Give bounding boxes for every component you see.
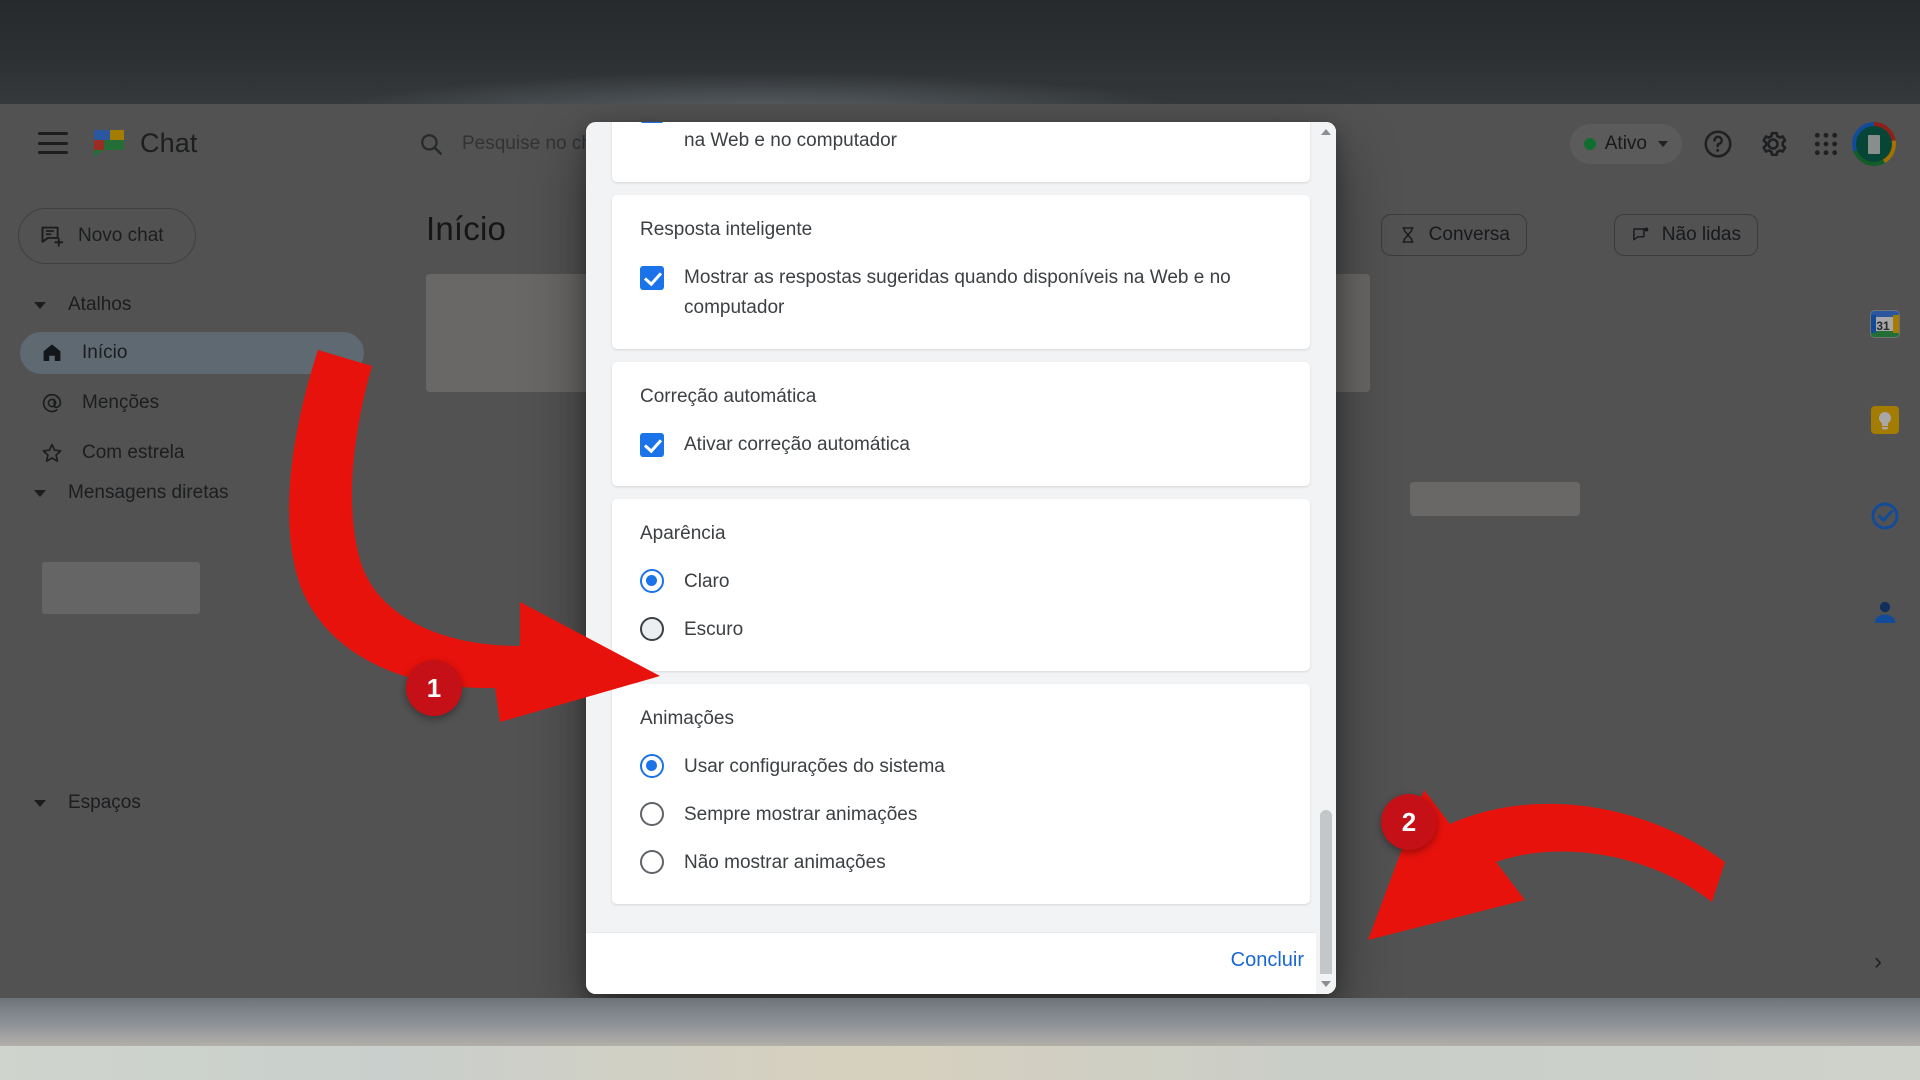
sidebar-item-com-estrela[interactable]: Com estrela: [20, 432, 364, 474]
setting-row[interactable]: Ativar as sugestões de escrita preditiva…: [640, 122, 1282, 156]
status-badge[interactable]: Ativo: [1569, 124, 1682, 164]
step-badge-1: 1: [406, 660, 462, 716]
google-calendar-icon[interactable]: 31: [1869, 308, 1901, 340]
radio-theme-claro[interactable]: [640, 569, 664, 593]
settings-dialog: Ativar as sugestões de escrita preditiva…: [586, 122, 1336, 994]
help-circle-icon[interactable]: [1702, 128, 1734, 160]
star-icon: [42, 443, 62, 462]
sidebar: Novo chat Atalhos Início Menções Com est…: [0, 182, 400, 1043]
section-title: Animações: [640, 708, 734, 729]
checkbox-predictive-writing[interactable]: [640, 122, 664, 123]
setting-label: Mostrar as respostas sugeridas quando di…: [684, 267, 1231, 318]
screenshot-root: Chat Pesquise no chat Ativo Novo chat At…: [0, 0, 1920, 1080]
page-title: Início: [426, 210, 507, 247]
sidebar-item-label: Menções: [82, 392, 160, 413]
chevron-down-icon: [1658, 141, 1668, 147]
sidebar-item-label: Com estrela: [82, 442, 185, 463]
sidebar-group-mensagens-diretas[interactable]: Mensagens diretas: [34, 482, 229, 504]
sidebar-group-espacos[interactable]: Espaços: [34, 792, 141, 814]
section-title: Resposta inteligente: [640, 219, 813, 240]
chevron-right-icon[interactable]: ›: [1874, 948, 1882, 976]
google-tasks-icon[interactable]: [1869, 500, 1901, 532]
settings-card-appearance: Aparência Claro Escuro: [612, 499, 1310, 671]
filter-nao-lidas-button[interactable]: Não lidas: [1613, 214, 1758, 256]
filter-conversa-button[interactable]: Conversa: [1380, 214, 1527, 256]
sidebar-group-atalhos[interactable]: Atalhos: [34, 294, 131, 316]
settings-card-smart-reply: Resposta inteligente Mostrar as resposta…: [612, 195, 1310, 349]
filter-label: Conversa: [1428, 224, 1510, 245]
radio-theme-escuro[interactable]: [640, 617, 664, 641]
setting-label: Claro: [684, 571, 730, 592]
scroll-up-arrow[interactable]: [1316, 122, 1336, 142]
radio-animations-always[interactable]: [640, 802, 664, 826]
google-keep-icon[interactable]: [1869, 404, 1901, 436]
section-title: Correção automática: [640, 386, 817, 407]
google-contacts-icon[interactable]: [1869, 596, 1901, 628]
settings-card-predictive-writing: Ativar as sugestões de escrita preditiva…: [612, 122, 1310, 182]
scrollbar-thumb[interactable]: [1320, 810, 1332, 994]
sidebar-item-label: Início: [82, 342, 128, 363]
desktop-bottom-strip: [0, 1046, 1920, 1080]
sidebar-group-label: Mensagens diretas: [68, 482, 229, 503]
checkbox-autocorrect[interactable]: [640, 433, 664, 457]
setting-label: Não mostrar animações: [684, 852, 886, 873]
section-title: Aparência: [640, 523, 726, 544]
app-name-label: Chat: [140, 128, 198, 158]
dm-list-placeholder: [42, 562, 200, 614]
gear-icon[interactable]: [1757, 128, 1789, 160]
step-badge-2: 2: [1381, 794, 1437, 850]
checkbox-smart-reply[interactable]: [640, 266, 664, 290]
content-placeholder: [1410, 482, 1580, 516]
home-icon: [43, 344, 61, 361]
scroll-down-arrow[interactable]: [1316, 974, 1336, 994]
hamburger-menu-icon[interactable]: [38, 132, 68, 154]
right-rail: 31 ›: [1850, 182, 1920, 998]
setting-row[interactable]: Não mostrar animações: [640, 848, 1282, 878]
status-dot-icon: [1583, 138, 1596, 150]
chevron-down-icon: [34, 489, 46, 497]
desktop-top-glow: [0, 54, 1920, 104]
setting-label: Ativar as sugestões de escrita preditiva…: [684, 130, 898, 151]
new-chat-icon: [41, 226, 64, 247]
setting-row[interactable]: Sempre mostrar animações: [640, 800, 1282, 830]
avatar-initial: [1856, 126, 1892, 162]
new-chat-label: Novo chat: [78, 225, 164, 246]
chevron-down-icon: [34, 301, 46, 309]
dialog-scrollbar[interactable]: [1316, 122, 1336, 994]
search-icon: [421, 134, 442, 155]
sidebar-item-mencoes[interactable]: Menções: [20, 382, 364, 424]
status-label: Ativo: [1604, 133, 1647, 154]
apps-grid-icon[interactable]: [1810, 128, 1842, 160]
filter-label: Não lidas: [1661, 224, 1741, 245]
settings-card-animations: Animações Usar configurações do sistema …: [612, 684, 1310, 904]
google-chat-logo-icon: [92, 126, 126, 160]
radio-animations-never[interactable]: [640, 850, 664, 874]
sidebar-group-label: Espaços: [68, 792, 141, 813]
content-placeholder: [426, 274, 596, 392]
at-mention-icon: [42, 393, 62, 413]
setting-row[interactable]: Escuro: [640, 615, 1282, 645]
unread-chat-icon: [1632, 227, 1649, 241]
chevron-down-icon: [34, 799, 46, 807]
sidebar-group-label: Atalhos: [68, 294, 132, 315]
settings-dialog-footer: Concluir: [586, 932, 1336, 994]
settings-card-autocorrect: Correção automática Ativar correção auto…: [612, 362, 1310, 486]
avatar[interactable]: [1852, 122, 1896, 166]
setting-row[interactable]: Ativar correção automática: [640, 430, 1282, 460]
radio-animations-system[interactable]: [640, 754, 664, 778]
setting-label: Sempre mostrar animações: [684, 804, 918, 825]
setting-label: Usar configurações do sistema: [684, 756, 945, 777]
setting-row[interactable]: Usar configurações do sistema: [640, 752, 1282, 782]
settings-dialog-body[interactable]: Ativar as sugestões de escrita preditiva…: [586, 122, 1336, 932]
sidebar-item-inicio[interactable]: Início: [20, 332, 364, 374]
concluir-button[interactable]: Concluir: [1231, 949, 1304, 972]
setting-row[interactable]: Claro: [640, 567, 1282, 597]
new-chat-button[interactable]: Novo chat: [18, 208, 196, 264]
setting-label: Ativar correção automática: [684, 434, 910, 455]
setting-label: Escuro: [684, 619, 744, 640]
svg-text:31: 31: [1876, 319, 1890, 333]
hourglass-icon: [1401, 227, 1414, 243]
setting-row[interactable]: Mostrar as respostas sugeridas quando di…: [640, 263, 1282, 323]
